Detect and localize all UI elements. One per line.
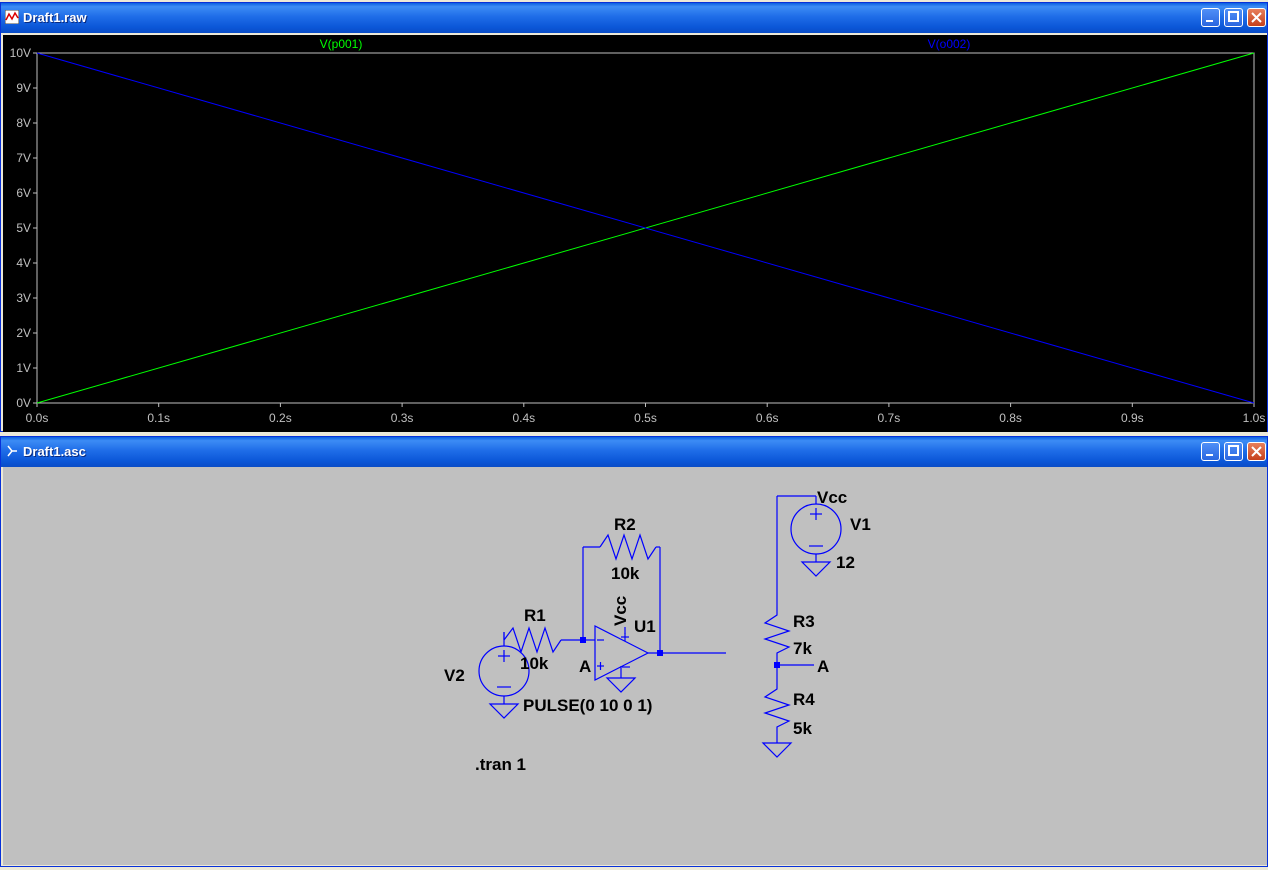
y-tick-label: 10V — [10, 46, 31, 60]
x-tick-label: 1.0s — [1243, 411, 1266, 425]
y-tick-label: 7V — [16, 151, 31, 165]
close-icon — [1251, 446, 1262, 457]
r1-label: R1 — [524, 606, 546, 625]
maximize-icon — [1228, 445, 1239, 456]
x-tick-label: 0.0s — [26, 411, 49, 425]
x-tick-label: 0.7s — [878, 411, 901, 425]
x-tick-label: 0.9s — [1121, 411, 1144, 425]
r4-value: 5k — [793, 719, 812, 738]
y-tick-label: 5V — [16, 221, 31, 235]
net-a-input-label: A — [579, 657, 591, 676]
net-a-divider-label: A — [817, 657, 829, 676]
schematic-maximize-button[interactable] — [1224, 442, 1243, 461]
r2-value: 10k — [611, 564, 640, 583]
v1-value: 12 — [836, 553, 855, 572]
waveform-close-button[interactable] — [1247, 8, 1266, 27]
waveform-maximize-button[interactable] — [1224, 8, 1243, 27]
r3-label: R3 — [793, 612, 815, 631]
y-tick-label: 2V — [16, 326, 31, 340]
resistor-r4[interactable] — [763, 665, 791, 743]
ground-icon-v2 — [488, 703, 520, 719]
minimize-icon — [1206, 20, 1213, 22]
y-tick-label: 3V — [16, 291, 31, 305]
x-tick-label: 0.8s — [999, 411, 1022, 425]
maximize-icon — [1228, 11, 1239, 22]
waveform-chart[interactable]: 0V 1V 2V 3V 4V 5V 6V 7V 8V 9V 10V 0.0s 0.1s 0.2s 0.3s 0… — [3, 35, 1267, 432]
schematic-window: Draft1.asc R1 10k R2 10k V2 PULSE(0 10 0… — [0, 436, 1268, 867]
x-tick-label: 0.2s — [269, 411, 292, 425]
r3-value: 7k — [793, 639, 812, 658]
x-tick-label: 0.6s — [756, 411, 779, 425]
x-tick-label: 0.4s — [512, 411, 535, 425]
y-tick-label: 0V — [16, 396, 31, 410]
y-tick-label: 6V — [16, 186, 31, 200]
waveform-minimize-button[interactable] — [1201, 8, 1220, 27]
schematic-titlebar[interactable]: Draft1.asc — [1, 437, 1267, 467]
minimize-icon — [1206, 454, 1213, 456]
waveform-window-title: Draft1.raw — [23, 10, 87, 25]
v2-value: PULSE(0 10 0 1) — [523, 696, 652, 715]
ground-icon-v1 — [800, 561, 832, 577]
v2-label: V2 — [444, 666, 465, 685]
schematic-canvas[interactable]: R1 10k R2 10k V2 PULSE(0 10 0 1) A U1 Vc… — [3, 467, 1267, 865]
schematic-app-icon — [7, 445, 17, 457]
waveform-window: Draft1.raw 0V 1V 2V 3V 4V 5V 6V 7V 8V 9V 10V 0.0s 0.… — [0, 2, 1268, 432]
vcc-supply-label: Vcc — [817, 488, 847, 507]
waveform-titlebar[interactable]: Draft1.raw — [1, 3, 1267, 33]
y-tick-label: 4V — [16, 256, 31, 270]
vcc-opamp-label: Vcc — [611, 596, 630, 626]
resistor-r3[interactable] — [763, 607, 791, 665]
r1-value: 10k — [520, 654, 549, 673]
trace-legend-label[interactable]: V(p001) — [320, 37, 363, 51]
waveform-plot-area[interactable]: 0V 1V 2V 3V 4V 5V 6V 7V 8V 9V 10V 0.0s 0.1s 0.2s 0.3s 0… — [3, 35, 1267, 432]
spice-directive[interactable]: .tran 1 — [475, 755, 526, 774]
r4-label: R4 — [793, 690, 815, 709]
trace-legend-label[interactable]: V(o002) — [928, 37, 971, 51]
y-tick-label: 8V — [16, 116, 31, 130]
schematic-minimize-button[interactable] — [1201, 442, 1220, 461]
schematic-drawing[interactable]: R1 10k R2 10k V2 PULSE(0 10 0 1) A U1 Vc… — [3, 467, 1267, 865]
ground-icon-r4 — [761, 742, 793, 758]
close-icon — [1251, 12, 1262, 23]
x-tick-label: 0.5s — [634, 411, 657, 425]
waveform-app-icon — [5, 10, 19, 24]
y-tick-label: 9V — [16, 81, 31, 95]
schematic-window-title: Draft1.asc — [23, 444, 86, 459]
ground-icon-opamp — [605, 677, 637, 693]
schematic-close-button[interactable] — [1247, 442, 1266, 461]
u1-label: U1 — [634, 617, 656, 636]
junction-dot-output — [657, 650, 663, 656]
x-tick-label: 0.3s — [391, 411, 414, 425]
y-tick-label: 1V — [16, 361, 31, 375]
x-tick-label: 0.1s — [147, 411, 170, 425]
v1-label: V1 — [850, 515, 871, 534]
r2-label: R2 — [614, 515, 636, 534]
